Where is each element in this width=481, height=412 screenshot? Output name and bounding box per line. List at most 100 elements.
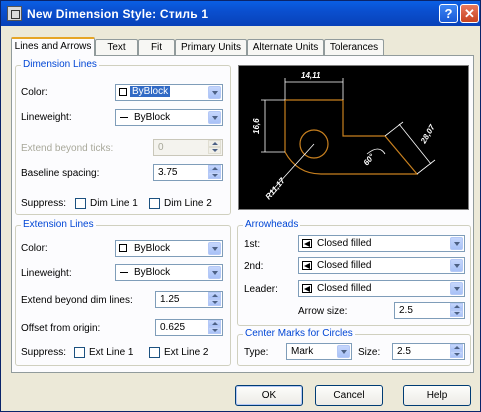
center-type-label: Type: <box>244 347 269 358</box>
arrow-size-value: 2.5 <box>399 305 413 316</box>
dim-line2-label[interactable]: Dim Line 2 <box>164 198 212 209</box>
chevron-down-icon[interactable] <box>208 242 221 255</box>
center-size-value: 2.5 <box>397 346 411 357</box>
arrow-second-select[interactable]: Closed filled <box>298 257 465 274</box>
spin-down-icon[interactable] <box>450 351 463 358</box>
ext-offset-value: 0.625 <box>160 322 186 333</box>
chevron-down-icon[interactable] <box>208 111 221 124</box>
dim-left-text: 16,6 <box>252 118 261 134</box>
dimension-lines-title: Dimension Lines <box>21 59 99 70</box>
lineweight-icon <box>120 117 128 118</box>
spin-up-icon[interactable] <box>208 140 221 147</box>
ext-line2-label[interactable]: Ext Line 2 <box>164 347 208 358</box>
spin-down-icon[interactable] <box>208 147 221 154</box>
spin-up-icon[interactable] <box>208 165 221 172</box>
part-outline <box>284 99 419 175</box>
dim-line2-checkbox[interactable] <box>149 198 160 209</box>
center-type-select[interactable]: Mark <box>286 343 352 360</box>
arrow-leader-value: Closed filled <box>317 283 372 294</box>
close-button[interactable]: ✕ <box>460 4 479 23</box>
dialog-window: New Dimension Style: Стиль 1 ? ✕ Lines a… <box>0 0 481 412</box>
color-swatch-icon <box>119 244 127 252</box>
arrow-second-value: Closed filled <box>317 260 372 271</box>
tab-text[interactable]: Text <box>95 39 138 55</box>
closed-filled-arrow-icon <box>302 284 312 293</box>
window-title: New Dimension Style: Стиль 1 <box>27 7 209 21</box>
tab-alternate-units[interactable]: Alternate Units <box>247 39 324 55</box>
arrow-size-spinner[interactable]: 2.5 <box>394 302 465 319</box>
spin-down-icon[interactable] <box>208 327 221 334</box>
spin-up-icon[interactable] <box>450 344 463 351</box>
extension-lines-title: Extension Lines <box>21 219 96 230</box>
tab-fit[interactable]: Fit <box>138 39 175 55</box>
ext-lineweight-value: ByBlock <box>134 267 171 278</box>
ext-color-select[interactable]: ByBlock <box>115 240 223 257</box>
dim-baseline-label: Baseline spacing: <box>21 168 100 179</box>
chevron-down-icon[interactable] <box>450 237 463 250</box>
cancel-button[interactable]: Cancel <box>315 385 383 406</box>
dim-color-select[interactable]: ByBlock <box>115 84 223 101</box>
title-bar[interactable]: New Dimension Style: Стиль 1 ? ✕ <box>1 1 480 26</box>
dim-suppress-label: Suppress: <box>21 198 67 209</box>
dim-lineweight-select[interactable]: ByBlock <box>115 109 223 126</box>
arrow-first-select[interactable]: Closed filled <box>298 235 465 252</box>
chevron-down-icon[interactable] <box>337 345 350 358</box>
arrow-size-label: Arrow size: <box>298 306 348 317</box>
spin-up-icon[interactable] <box>208 320 221 327</box>
chevron-down-icon[interactable] <box>208 266 221 279</box>
help-title-button[interactable]: ? <box>439 4 458 23</box>
dim-radius-text: R11,17 <box>264 176 287 202</box>
ext-extend-label: Extend beyond dim lines: <box>21 295 133 306</box>
ok-button[interactable]: OK <box>235 385 303 406</box>
arrow-first-value: Closed filled <box>317 238 372 249</box>
arrow-second-label: 2nd: <box>244 261 264 272</box>
dim-line1-checkbox[interactable] <box>75 198 86 209</box>
lineweight-icon <box>120 272 128 273</box>
preview-drawing: 14,11 16,6 28,07 60° R11,17 <box>252 71 437 202</box>
center-marks-title: Center Marks for Circles <box>243 328 355 339</box>
arrow-leader-label: Leader: <box>244 284 278 295</box>
spin-down-icon[interactable] <box>208 172 221 179</box>
dim-right-text: 28,07 <box>418 123 437 146</box>
spin-up-icon[interactable] <box>208 292 221 299</box>
tab-lines-and-arrows[interactable]: Lines and Arrows <box>11 37 95 56</box>
dim-extend-label: Extend beyond ticks: <box>21 143 114 154</box>
dim-line1-label[interactable]: Dim Line 1 <box>90 198 138 209</box>
spin-down-icon[interactable] <box>450 310 463 317</box>
dim-color-label: Color: <box>21 87 48 98</box>
dim-color-value: ByBlock <box>130 86 171 97</box>
chevron-down-icon[interactable] <box>450 259 463 272</box>
dim-top-text: 14,11 <box>301 71 321 80</box>
arrow-leader-select[interactable]: Closed filled <box>298 280 465 297</box>
chevron-down-icon[interactable] <box>450 282 463 295</box>
tab-tolerances[interactable]: Tolerances <box>324 39 384 55</box>
center-type-value: Mark <box>291 346 314 357</box>
arrowheads-title: Arrowheads <box>243 219 301 230</box>
spin-down-icon[interactable] <box>208 299 221 306</box>
closed-filled-arrow-icon <box>302 239 312 248</box>
ext-lineweight-select[interactable]: ByBlock <box>115 264 223 281</box>
ext-offset-spinner[interactable]: 0.625 <box>155 319 223 336</box>
dim-angle-text: 60° <box>362 152 377 168</box>
ext-extend-value: 1.25 <box>160 294 180 305</box>
ext-suppress-label: Suppress: <box>21 347 67 358</box>
dim-extend-spinner[interactable]: 0 <box>153 139 223 156</box>
center-size-spinner[interactable]: 2.5 <box>392 343 465 360</box>
ext-offset-label: Offset from origin: <box>21 323 101 334</box>
spin-up-icon[interactable] <box>450 303 463 310</box>
help-button[interactable]: Help <box>403 385 471 406</box>
ext-lineweight-label: Lineweight: <box>21 268 72 279</box>
dim-baseline-value: 3.75 <box>158 167 178 178</box>
dim-lineweight-label: Lineweight: <box>21 112 72 123</box>
dim-baseline-spinner[interactable]: 3.75 <box>153 164 223 181</box>
dim-extend-value: 0 <box>158 142 164 153</box>
ext-line1-label[interactable]: Ext Line 1 <box>89 347 133 358</box>
closed-filled-arrow-icon <box>302 261 312 270</box>
color-swatch-icon <box>119 88 127 96</box>
chevron-down-icon[interactable] <box>208 86 221 99</box>
ext-line2-checkbox[interactable] <box>149 347 160 358</box>
ext-line1-checkbox[interactable] <box>74 347 85 358</box>
arrow-first-label: 1st: <box>244 239 261 250</box>
ext-extend-spinner[interactable]: 1.25 <box>155 291 223 308</box>
tab-primary-units[interactable]: Primary Units <box>175 39 247 55</box>
